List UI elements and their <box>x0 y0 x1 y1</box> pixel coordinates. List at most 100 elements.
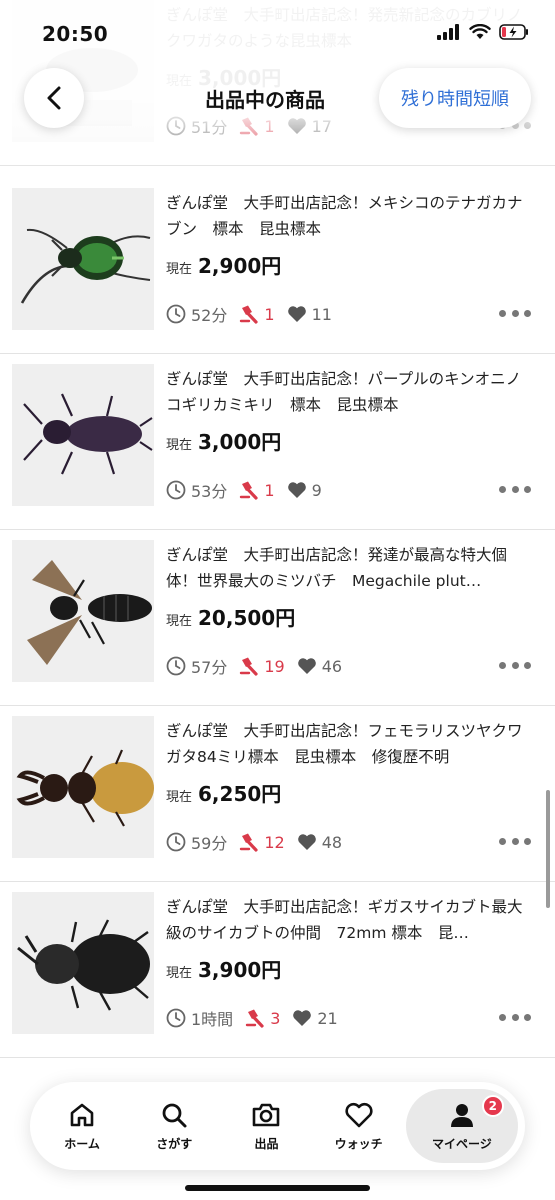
tab-label: 出品 <box>254 1136 279 1151</box>
heart-icon <box>345 1102 373 1127</box>
item-title: ぎんぽ堂 大手町出店記念！フェモラリスツヤクワガタ84ミリ標本 昆虫標本 修復歴… <box>166 722 523 766</box>
more-options-button[interactable] <box>499 658 531 672</box>
price-row: 現在 20,500円 <box>166 602 295 631</box>
list-item[interactable]: ぎんぽ堂 大手町出店記念！ギガスサイカブト最大級のサイカブトの仲間 72mm 標… <box>0 882 555 1058</box>
bid-count: 19 <box>264 656 285 676</box>
gavel-icon <box>239 480 259 500</box>
home-icon <box>70 1103 94 1126</box>
meta-row: 59分 12 48 <box>166 830 354 854</box>
bid-count: 12 <box>264 832 285 852</box>
back-button[interactable] <box>24 68 84 128</box>
sort-button[interactable]: 残り時間短順 <box>379 68 531 128</box>
meta-row: 57分 19 46 <box>166 654 354 678</box>
price-label: 現在 <box>166 262 193 277</box>
price-label: 現在 <box>166 966 193 981</box>
list-item[interactable]: ぎんぽ堂 大手町出店記念！フェモラリスツヤクワガタ84ミリ標本 昆虫標本 修復歴… <box>0 706 555 882</box>
clock-icon <box>166 1008 186 1028</box>
home-indicator <box>185 1185 370 1191</box>
item-photo <box>12 188 154 330</box>
current-price: 3,900円 <box>198 958 282 982</box>
tab-label: さがす <box>156 1136 193 1151</box>
price-row: 現在 3,900円 <box>166 954 281 983</box>
current-price: 3,000円 <box>198 430 282 454</box>
tab-bar: ホーム さがす 出品 ウォッチ マイページ 2 <box>30 1082 525 1170</box>
more-options-button[interactable] <box>499 482 531 496</box>
heart-icon <box>292 1009 312 1027</box>
meta-row: 52分 1 11 <box>166 302 344 326</box>
status-icons <box>437 24 529 40</box>
watch-count: 46 <box>321 656 343 676</box>
item-photo <box>12 364 154 506</box>
price-row: 現在 2,900円 <box>166 250 281 279</box>
wifi-icon <box>469 24 491 39</box>
time-left: 53分 <box>191 482 228 501</box>
clock-icon <box>166 656 186 676</box>
more-options-button[interactable] <box>499 834 531 848</box>
item-photo <box>12 716 154 858</box>
price-row: 現在 6,250円 <box>166 778 281 807</box>
price-label: 現在 <box>166 790 193 805</box>
clock-icon <box>166 116 186 136</box>
tab-home[interactable]: ホーム <box>37 1089 127 1163</box>
heart-icon <box>297 657 317 675</box>
heart-icon <box>287 481 307 499</box>
heart-icon <box>287 117 307 135</box>
time-left: 52分 <box>191 306 228 325</box>
list-item[interactable]: ぎんぽ堂 大手町出店記念！発達が最高な特大個体！世界最大のミツバチ Megach… <box>0 530 555 706</box>
gavel-icon <box>239 656 259 676</box>
gavel-icon <box>239 304 259 324</box>
tab-mypage[interactable]: マイページ 2 <box>405 1089 518 1163</box>
watch-count: 9 <box>311 480 322 500</box>
person-icon <box>450 1103 473 1127</box>
page-title: 出品中の商品 <box>205 88 325 112</box>
list-item[interactable]: ぎんぽ堂 大手町出店記念！パープルのキンオニノコギリカミキリ 標本 昆虫標本 現… <box>0 354 555 530</box>
tab-search[interactable]: さがす <box>129 1089 219 1163</box>
chevron-left-icon <box>47 86 61 110</box>
current-price: 20,500円 <box>198 606 296 630</box>
watch-count: 48 <box>321 832 343 852</box>
item-title: ぎんぽ堂 大手町出店記念！メキシコのテナガカナブン 標本 昆虫標本 <box>166 194 523 238</box>
clock-icon <box>166 304 186 324</box>
time-left: 59分 <box>191 834 228 853</box>
tab-label: ウォッチ <box>334 1136 383 1151</box>
gavel-icon <box>245 1008 265 1028</box>
bid-count: 1 <box>264 116 275 136</box>
heart-icon <box>297 833 317 851</box>
current-price: 2,900円 <box>198 254 282 278</box>
time-left: 51分 <box>191 118 228 137</box>
clock-icon <box>166 832 186 852</box>
price-label: 現在 <box>166 614 193 629</box>
watch-count: 17 <box>311 116 332 136</box>
current-price: 6,250円 <box>198 782 282 806</box>
gavel-icon <box>239 832 259 852</box>
heart-icon <box>287 305 307 323</box>
notification-badge: 2 <box>481 1095 504 1117</box>
more-options-button[interactable] <box>499 1010 531 1024</box>
item-title: ぎんぽ堂 大手町出店記念！発達が最高な特大個体！世界最大のミツバチ Megach… <box>166 546 508 590</box>
status-time: 20:50 <box>42 22 109 46</box>
time-left: 1時間 <box>191 1010 234 1029</box>
item-photo <box>12 540 154 682</box>
bid-count: 3 <box>270 1008 281 1028</box>
more-options-button[interactable] <box>499 306 531 320</box>
bid-count: 1 <box>264 304 275 324</box>
meta-row: 51分 1 17 <box>166 114 344 138</box>
tab-watch[interactable]: ウォッチ <box>314 1089 404 1163</box>
clock-icon <box>166 480 186 500</box>
cellular-signal-icon <box>437 24 459 40</box>
search-icon <box>162 1103 187 1127</box>
list-item[interactable]: ぎんぽ堂 大手町出店記念！メキシコのテナガカナブン 標本 昆虫標本 現在 2,9… <box>0 178 555 354</box>
tab-label: ホーム <box>64 1136 100 1151</box>
watch-count: 21 <box>317 1008 338 1028</box>
time-left: 57分 <box>191 658 228 677</box>
price-label: 現在 <box>166 438 193 453</box>
gavel-icon <box>239 116 259 136</box>
meta-row: 1時間 3 21 <box>166 1006 350 1030</box>
status-bar: 20:50 <box>0 0 555 60</box>
battery-charging-icon <box>499 24 528 40</box>
scrollbar[interactable] <box>546 790 550 908</box>
camera-icon <box>253 1103 280 1126</box>
bid-count: 1 <box>264 480 275 500</box>
watch-count: 11 <box>311 304 332 324</box>
tab-sell[interactable]: 出品 <box>221 1089 311 1163</box>
